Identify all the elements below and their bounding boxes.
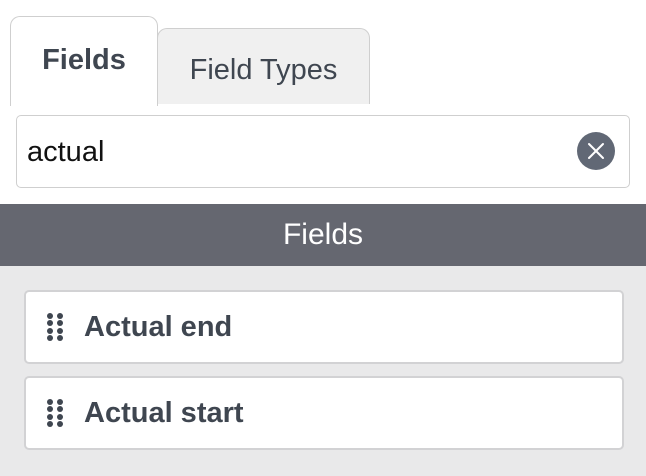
field-picker-panel: Fields Field Types Fields Actual end Act… [0,0,646,476]
tab-field-types-label: Field Types [189,54,338,86]
drag-handle-icon[interactable] [46,312,64,342]
tab-fields[interactable]: Fields [10,16,158,106]
tab-fields-label: Fields [42,44,126,76]
field-item-label: Actual end [84,310,233,343]
field-item-actual-start[interactable]: Actual start [24,376,624,450]
section-title: Fields [282,218,364,251]
field-list: Actual end Actual start [0,266,646,476]
tab-field-types[interactable]: Field Types [157,28,370,104]
close-icon [588,143,604,159]
section-header: Fields [0,204,646,266]
field-item-label: Actual start [84,396,244,429]
drag-handle-icon[interactable] [46,398,64,428]
search-input[interactable] [27,132,567,172]
field-item-actual-end[interactable]: Actual end [24,290,624,364]
clear-search-button[interactable] [577,132,615,170]
search-box [16,115,630,188]
